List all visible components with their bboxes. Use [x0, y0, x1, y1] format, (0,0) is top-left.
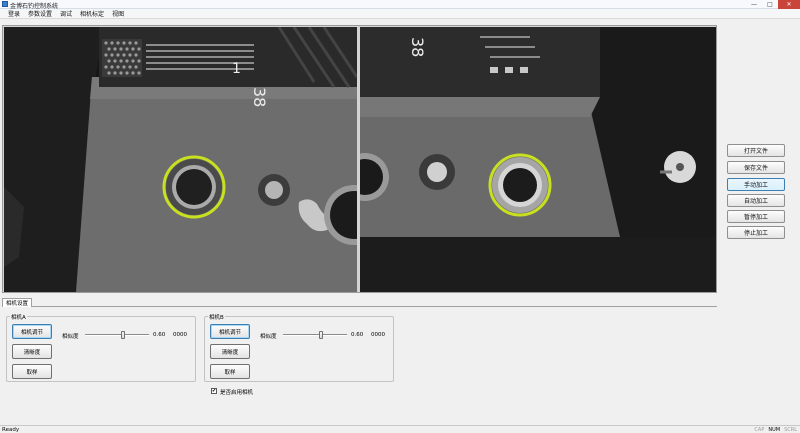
pad-dot [125, 47, 129, 51]
pad-dot [137, 71, 141, 75]
pad-dot [107, 47, 111, 51]
minimize-button[interactable]: — [746, 0, 762, 9]
fiducial-label: 1 [232, 61, 241, 77]
cap-indicator: CAP [754, 427, 765, 433]
pad-dot [122, 53, 126, 57]
camera-b-view[interactable]: 38 [360, 27, 716, 292]
pause-process-button[interactable]: 暂停加工 [727, 210, 785, 223]
pad-dot [125, 71, 129, 75]
pad-dot [104, 53, 108, 57]
camera-a-view[interactable]: 1 38 [4, 27, 357, 292]
pad-dot [110, 41, 114, 45]
manual-process-button[interactable]: 手动加工 [727, 178, 785, 191]
camera-a-sample-button[interactable]: 取样 [12, 364, 52, 379]
num-indicator: NUM [768, 427, 781, 433]
pad-dot [113, 47, 117, 51]
camera-a-similarity-value: 0.60 [153, 332, 166, 338]
camera-b-score: 0000 [371, 332, 385, 338]
pad-dot [128, 41, 132, 45]
board-number-a: 38 [250, 87, 269, 107]
save-file-button[interactable]: 保存文件 [727, 161, 785, 174]
auto-process-button[interactable]: 自动加工 [727, 194, 785, 207]
camera-b-sample-button[interactable]: 取样 [210, 364, 250, 379]
menu-view[interactable]: 视图 [108, 9, 128, 18]
camera-b-clarity-button[interactable]: 清晰度 [210, 344, 250, 359]
pad-dot [137, 47, 141, 51]
pad-dot [119, 71, 123, 75]
pad-dot [122, 65, 126, 69]
maximize-button[interactable]: □ [762, 0, 778, 9]
pad-dot [119, 47, 123, 51]
camera-b-similarity-label: 相似度 [260, 334, 277, 340]
pad-dot [113, 71, 117, 75]
pad-dot [122, 41, 126, 45]
camera-b-slider-thumb[interactable] [319, 331, 324, 339]
pad-dot [113, 59, 117, 63]
pad-dot [104, 65, 108, 69]
scrl-indicator: SCRL [784, 427, 797, 433]
stop-process-button[interactable]: 停止加工 [727, 226, 785, 239]
pad-dot [110, 53, 114, 57]
camera-a-clarity-button[interactable]: 清晰度 [12, 344, 52, 359]
pad-dot [116, 53, 120, 57]
camera-a-group: 相机A 相机调节 清晰度 取样 相似度 0.60 0000 [6, 313, 196, 382]
camera-a-similarity-slider[interactable] [85, 334, 149, 336]
status-bar: Ready CAP NUM SCRL [0, 425, 800, 433]
pad-dot [119, 59, 123, 63]
dual-camera-label: 是否启用相机 [220, 390, 254, 396]
camera-a-group-title: 相机A [10, 313, 27, 321]
camera-a-similarity-label: 相似度 [62, 334, 79, 340]
camera-a-adjust-button[interactable]: 相机调节 [12, 324, 52, 339]
camera-b-group: 相机B 相机调节 清晰度 取样 相似度 0.60 0000 [204, 313, 394, 382]
tab-camera-settings[interactable]: 相机设置 [2, 298, 33, 307]
status-text: Ready [2, 427, 20, 433]
pad-dot [131, 47, 135, 51]
title-bar: 金博石钓控制系统 — □ ✕ [0, 0, 800, 10]
pad-dot [134, 53, 138, 57]
pad-dot [104, 41, 108, 45]
pad-dot [128, 65, 132, 69]
keyboard-indicators: CAP NUM SCRL [754, 427, 797, 433]
pad-dot [107, 71, 111, 75]
camera-view-area: 1 38 38 [2, 25, 717, 293]
camera-a-score: 0000 [173, 332, 187, 338]
window-controls: — □ ✕ [746, 0, 800, 9]
menu-parameters[interactable]: 参数设置 [24, 9, 56, 18]
settings-tab-strip: 相机设置 [2, 298, 717, 307]
camera-b-adjust-button[interactable]: 相机调节 [210, 324, 250, 339]
pad-dot [107, 59, 111, 63]
camera-b-similarity-slider[interactable] [283, 334, 347, 336]
pad-dot [137, 59, 141, 63]
board-number-b: 38 [408, 37, 427, 57]
pad-dot [131, 59, 135, 63]
pad-dot [110, 65, 114, 69]
pad-dot [116, 41, 120, 45]
app-icon [2, 1, 8, 7]
pad-dot [125, 59, 129, 63]
camera-a-slider-thumb[interactable] [121, 331, 126, 339]
camera-b-similarity-value: 0.60 [351, 332, 364, 338]
pad-dot [128, 53, 132, 57]
menu-calibration[interactable]: 相机标定 [76, 9, 108, 18]
camera-b-group-title: 相机B [208, 313, 225, 321]
menu-bar: 登录 参数设置 调试 相机标定 视图 [0, 9, 800, 19]
pad-dot [134, 41, 138, 45]
dual-camera-checkbox[interactable]: ✔ [211, 388, 217, 394]
pad-dot [134, 65, 138, 69]
menu-login[interactable]: 登录 [4, 9, 24, 18]
pad-dot [116, 65, 120, 69]
menu-debug[interactable]: 调试 [56, 9, 76, 18]
pad-dot [131, 71, 135, 75]
open-file-button[interactable]: 打开文件 [727, 144, 785, 157]
close-button[interactable]: ✕ [778, 0, 800, 9]
